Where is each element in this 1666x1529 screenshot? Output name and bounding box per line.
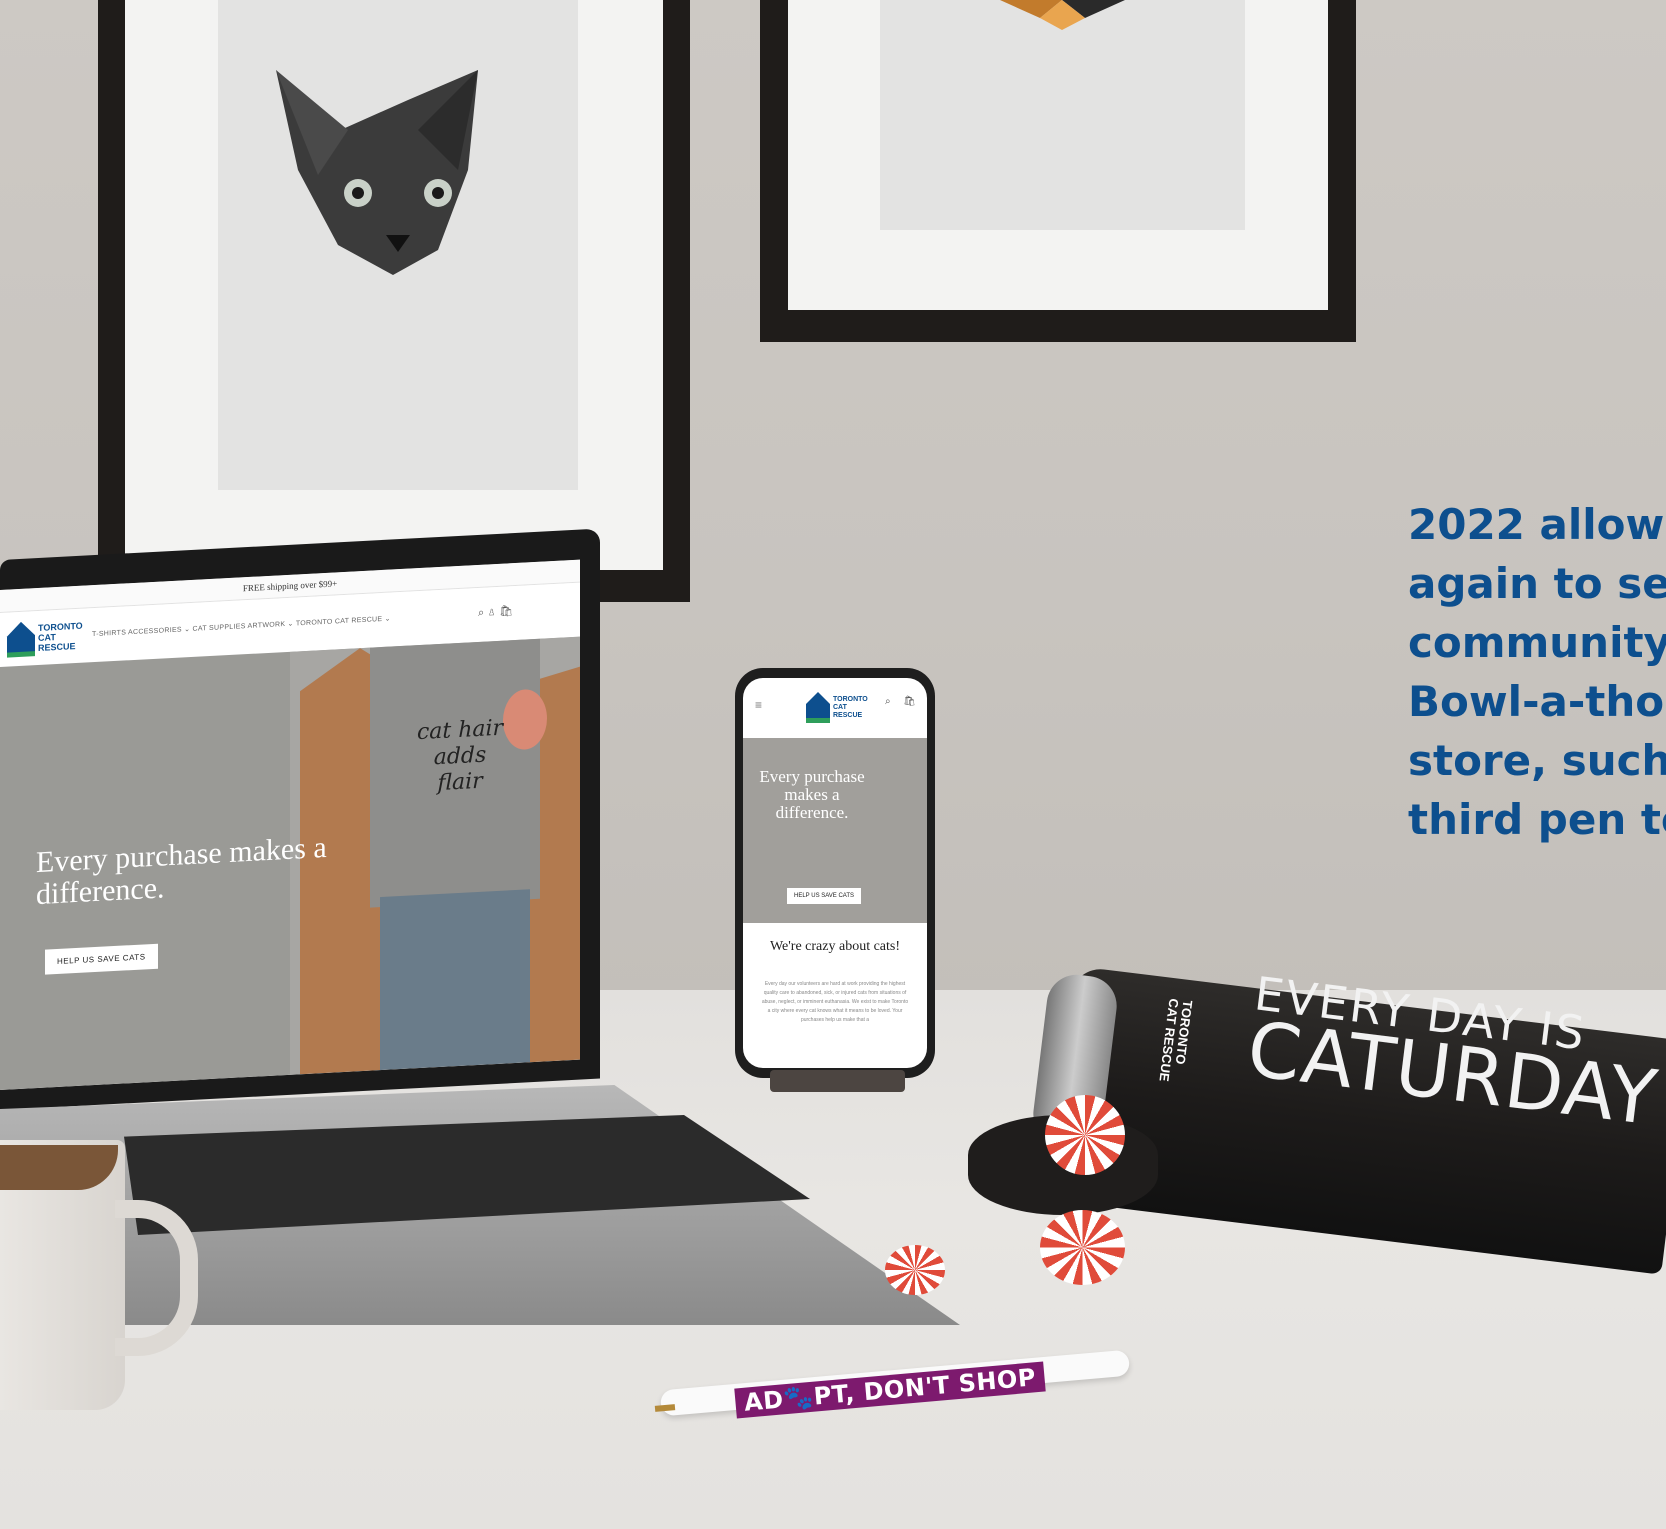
phone-logo-text[interactable]: TORONTO CAT RESCUE <box>833 696 873 720</box>
cart-icon[interactable]: 🛍 <box>499 605 513 618</box>
phone-website-screen: ≡ TORONTO CAT RESCUE ⌕ 🛍 Every purchase … <box>743 678 927 1068</box>
phone-hero-heading: Every purchase makes a difference. <box>759 767 865 822</box>
phone-header: ≡ TORONTO CAT RESCUE ⌕ 🛍 <box>743 678 927 739</box>
site-header-icons: ⌕ ♙ 🛍 <box>478 604 513 620</box>
hero-banner: cat hair adds flair Every purchase makes… <box>0 636 580 1090</box>
house-logo-icon <box>806 692 830 723</box>
menu-icon[interactable]: ≡ <box>755 698 762 712</box>
calico-cat-print <box>880 0 1245 230</box>
peppermint-candy <box>1045 1095 1125 1175</box>
site-menu[interactable]: T-SHIRTS ACCESSORIES ⌄ CAT SUPPLIES ARTW… <box>92 615 391 639</box>
house-logo-icon <box>7 621 35 658</box>
peppermint-candy <box>885 1245 945 1295</box>
phone-section-body: Every day our volunteers are hard at wor… <box>761 981 909 1023</box>
overlay-description-text: 2022 allowe again to se community Bowl-a… <box>1408 495 1666 849</box>
phone-help-button[interactable]: HELP US SAVE CATS <box>787 888 862 904</box>
phone-hero-banner: Every purchase makes a difference. HELP … <box>743 738 927 923</box>
mug-handle <box>115 1200 198 1356</box>
sphynx-cat-print <box>218 0 578 490</box>
laptop-website-screen: FREE shipping over $99+ TORONTO CAT RESC… <box>0 559 580 1090</box>
search-icon[interactable]: ⌕ <box>885 696 891 707</box>
phone-section-heading: We're crazy about cats! <box>769 939 901 954</box>
search-icon[interactable]: ⌕ <box>478 607 484 619</box>
site-logo-text[interactable]: TORONTO CAT RESCUE <box>38 621 83 653</box>
shirt-print-text: cat hair adds flair <box>416 715 504 797</box>
smartphone: ≡ TORONTO CAT RESCUE ⌕ 🛍 Every purchase … <box>735 668 935 1078</box>
overlay-line: 2022 allowe again to se community Bowl-a… <box>1408 500 1666 844</box>
account-icon[interactable]: ♙ <box>487 606 496 618</box>
cart-icon[interactable]: 🛍 <box>903 696 916 707</box>
phone-stand <box>770 1070 905 1092</box>
peppermint-candy <box>1040 1210 1125 1285</box>
